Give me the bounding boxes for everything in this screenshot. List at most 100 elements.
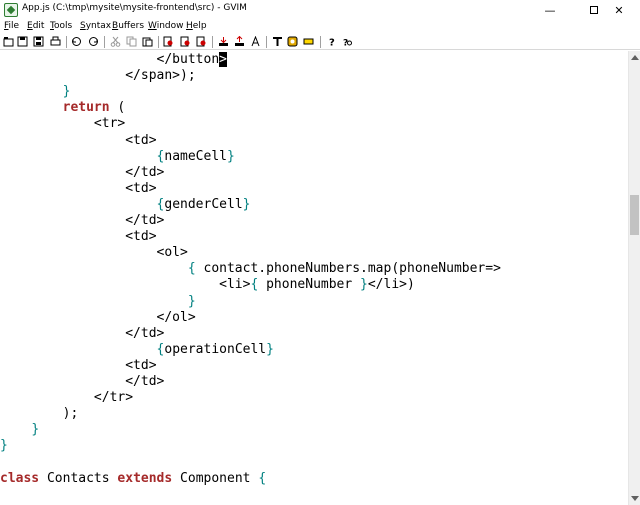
- code-line: <td>: [0, 229, 157, 245]
- paste-icon[interactable]: [142, 36, 153, 47]
- brace-token: }: [187, 293, 196, 309]
- code-text: operationCell: [164, 341, 267, 357]
- code-line: }: [0, 294, 196, 310]
- code-line: <td>: [0, 181, 156, 197]
- shell-icon[interactable]: [287, 36, 298, 47]
- help-icon[interactable]: ?: [326, 36, 337, 48]
- code-line: </ol>: [0, 310, 196, 326]
- text-cursor: >: [219, 52, 227, 67]
- print-icon[interactable]: [50, 36, 61, 47]
- gvim-app-icon: [4, 3, 18, 17]
- code-line: {nameCell}: [0, 149, 235, 165]
- code-line: </span>);: [0, 68, 195, 84]
- code-line: class Contacts extends Component {: [0, 471, 266, 487]
- minimize-icon: —: [544, 3, 556, 17]
- code-line: {operationCell}: [0, 342, 274, 358]
- code-line: return (: [0, 100, 126, 116]
- copy-icon[interactable]: [126, 36, 137, 47]
- editor-text-area[interactable]: </button> </span>); } return ( <tr> <td>…: [0, 51, 628, 505]
- code-text: </button: [0, 52, 220, 67]
- svg-text:?: ?: [329, 38, 335, 48]
- menu-syntax[interactable]: Syntax: [80, 20, 111, 32]
- toolbar-separator: [212, 36, 213, 48]
- code-text: </td>: [0, 374, 165, 389]
- scroll-down-arrow-icon[interactable]: [631, 496, 639, 501]
- cut-icon[interactable]: [110, 36, 121, 47]
- scroll-thumb[interactable]: [630, 195, 639, 235]
- code-text: </td>: [0, 164, 165, 180]
- menu-help[interactable]: Help: [186, 20, 207, 32]
- code-text: </td>: [0, 213, 165, 228]
- keyword-token: return: [62, 100, 110, 116]
- vertical-scrollbar[interactable]: [628, 51, 640, 505]
- code-text: <li>: [0, 277, 251, 293]
- code-text: <td>: [0, 229, 157, 245]
- brace-token: }: [242, 196, 251, 212]
- menu-edit[interactable]: Edit: [27, 20, 44, 32]
- brace-token: }: [0, 438, 8, 454]
- redo-icon[interactable]: [88, 36, 99, 47]
- close-button[interactable]: ✕: [598, 0, 640, 20]
- minimize-button[interactable]: —: [528, 0, 572, 20]
- toolbar-separator: [158, 36, 159, 48]
- code-text: (: [109, 100, 126, 116]
- save-icon[interactable]: [17, 36, 28, 47]
- save-all-icon[interactable]: [33, 36, 44, 47]
- code-line: </td>: [0, 165, 164, 181]
- toolbar-separator: [320, 36, 321, 48]
- brace-token: }: [266, 341, 274, 357]
- window-title: App.js (C:\tmp\mysite\mysite-frontend\sr…: [22, 3, 247, 13]
- title-bar: App.js (C:\tmp\mysite\mysite-frontend\sr…: [0, 0, 640, 20]
- menu-buffers[interactable]: Buffers: [112, 20, 144, 32]
- toolbar-separator: [104, 36, 105, 48]
- code-text: phoneNumber: [258, 277, 361, 293]
- code-line: </td>: [0, 213, 164, 229]
- menu-file[interactable]: File: [4, 20, 19, 32]
- save-session-icon[interactable]: [234, 36, 245, 47]
- code-line: );: [0, 406, 79, 422]
- tags-icon[interactable]: [303, 36, 314, 47]
- brace-token: {: [258, 470, 267, 486]
- code-line: <li>{ phoneNumber }</li>): [0, 277, 415, 293]
- code-line: {genderCell}: [0, 196, 251, 213]
- code-line: }: [0, 84, 71, 100]
- toolbar-separator: [66, 36, 67, 48]
- find-prev-icon[interactable]: [196, 36, 207, 47]
- brace-token: }: [62, 84, 71, 100]
- toolbar: ? ?: [0, 33, 640, 50]
- brace-token: {: [187, 261, 196, 277]
- code-text: <tr>: [0, 116, 126, 132]
- code-text: </li>): [367, 277, 415, 293]
- find-help-icon[interactable]: ?: [342, 36, 353, 47]
- code-text: </tr>: [0, 390, 134, 406]
- make-icon[interactable]: [272, 36, 283, 47]
- code-text: </td>: [0, 325, 165, 341]
- brace-token: }: [31, 422, 40, 438]
- open-icon[interactable]: [3, 36, 14, 47]
- code-text: Contacts: [39, 470, 118, 486]
- code-line: </tr>: [0, 390, 133, 406]
- scroll-up-arrow-icon[interactable]: [631, 55, 639, 60]
- keyword-token: extends: [117, 470, 173, 486]
- keyword-token: class: [0, 470, 40, 486]
- code-line: }: [0, 422, 39, 438]
- code-text: );: [0, 406, 79, 422]
- menu-window[interactable]: Window: [148, 20, 184, 32]
- code-line: <td>: [0, 358, 156, 374]
- find-next-icon[interactable]: [180, 36, 191, 47]
- run-script-icon[interactable]: [250, 36, 261, 47]
- code-text: nameCell: [164, 148, 227, 164]
- load-session-icon[interactable]: [218, 36, 229, 47]
- undo-icon[interactable]: [71, 36, 82, 47]
- code-line: { contact.phoneNumbers.map(phoneNumber=>: [0, 261, 501, 277]
- menu-tools[interactable]: Tools: [50, 20, 72, 32]
- code-line: <ol>: [0, 245, 188, 261]
- find-icon[interactable]: [163, 36, 174, 47]
- toolbar-separator: [266, 36, 267, 48]
